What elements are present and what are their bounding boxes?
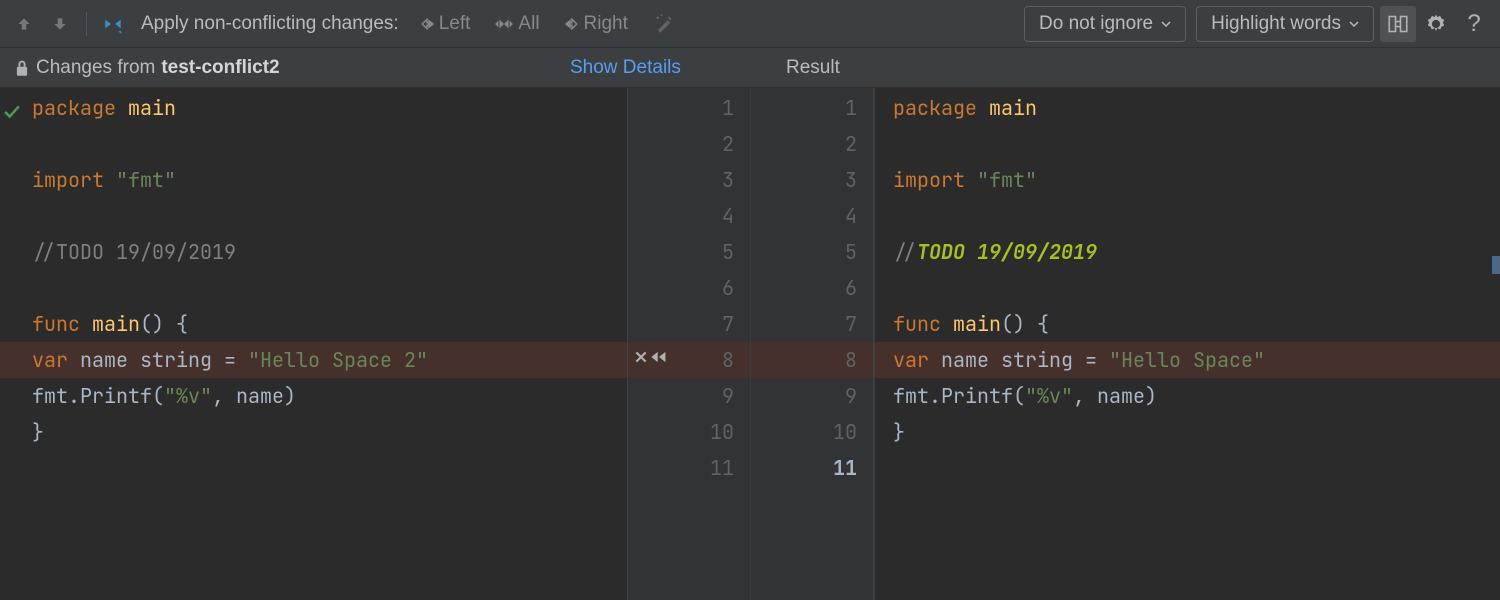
gutter-right: 1 2 3 4 5 6 7 8 9 10 11 [750, 88, 873, 600]
ignore-dropdown[interactable]: Do not ignore [1024, 6, 1186, 42]
magic-resolve-icon[interactable] [648, 8, 680, 40]
help-button[interactable]: ? [1456, 6, 1492, 42]
merge-toolbar: Apply non-conflicting changes: Left All … [0, 0, 1500, 48]
highlight-dropdown[interactable]: Highlight words [1196, 6, 1374, 42]
result-tab: Result [786, 57, 840, 79]
gutter-left: 1 2 3 4 5 6 7 8 9 10 11 [628, 88, 750, 600]
changes-from-prefix: Changes from [36, 57, 155, 79]
lock-icon [14, 59, 30, 77]
prev-diff-icon[interactable] [8, 8, 40, 40]
changes-from-branch: test-conflict2 [161, 57, 279, 79]
separator [86, 12, 87, 36]
merge-actions[interactable] [634, 350, 668, 364]
apply-right-label: Right [584, 13, 628, 35]
changes-from-tab: Changes from test-conflict2 [0, 57, 280, 79]
left-code: package main import "fmt" //TODO 19/09/2… [0, 88, 627, 450]
accept-icon[interactable] [650, 350, 668, 364]
reject-icon[interactable] [634, 350, 648, 364]
apply-left-label: Left [439, 13, 471, 35]
right-code-pane[interactable]: package main import "fmt" //TODO 19/09/2… [874, 88, 1500, 600]
chevron-down-icon [1349, 20, 1359, 28]
apply-label: Apply non-conflicting changes: [141, 13, 399, 35]
checkmark-icon [4, 94, 20, 130]
highlight-dropdown-label: Highlight words [1211, 13, 1341, 35]
right-code: package main import "fmt" //TODO 19/09/2… [875, 88, 1500, 450]
compare-icon[interactable] [97, 8, 129, 40]
line-gutter: 1 2 3 4 5 6 7 8 9 10 11 1 2 3 4 5 6 [628, 88, 874, 600]
apply-all-label: All [518, 13, 539, 35]
diff-tabbar: Changes from test-conflict2 Show Details… [0, 48, 1500, 88]
chevron-down-icon [1161, 20, 1171, 28]
scroll-marker [1492, 256, 1500, 274]
settings-button[interactable] [1418, 6, 1454, 42]
sync-scroll-button[interactable] [1380, 6, 1416, 42]
apply-right-button[interactable]: Right [554, 9, 638, 39]
gear-icon [1425, 13, 1447, 35]
apply-all-button[interactable]: All [484, 9, 549, 39]
next-diff-icon[interactable] [44, 8, 76, 40]
left-code-pane[interactable]: package main import "fmt" //TODO 19/09/2… [0, 88, 628, 600]
diff-editor: package main import "fmt" //TODO 19/09/2… [0, 88, 1500, 600]
apply-left-button[interactable]: Left [409, 9, 481, 39]
show-details-link[interactable]: Show Details [570, 57, 681, 79]
ignore-dropdown-label: Do not ignore [1039, 13, 1153, 35]
